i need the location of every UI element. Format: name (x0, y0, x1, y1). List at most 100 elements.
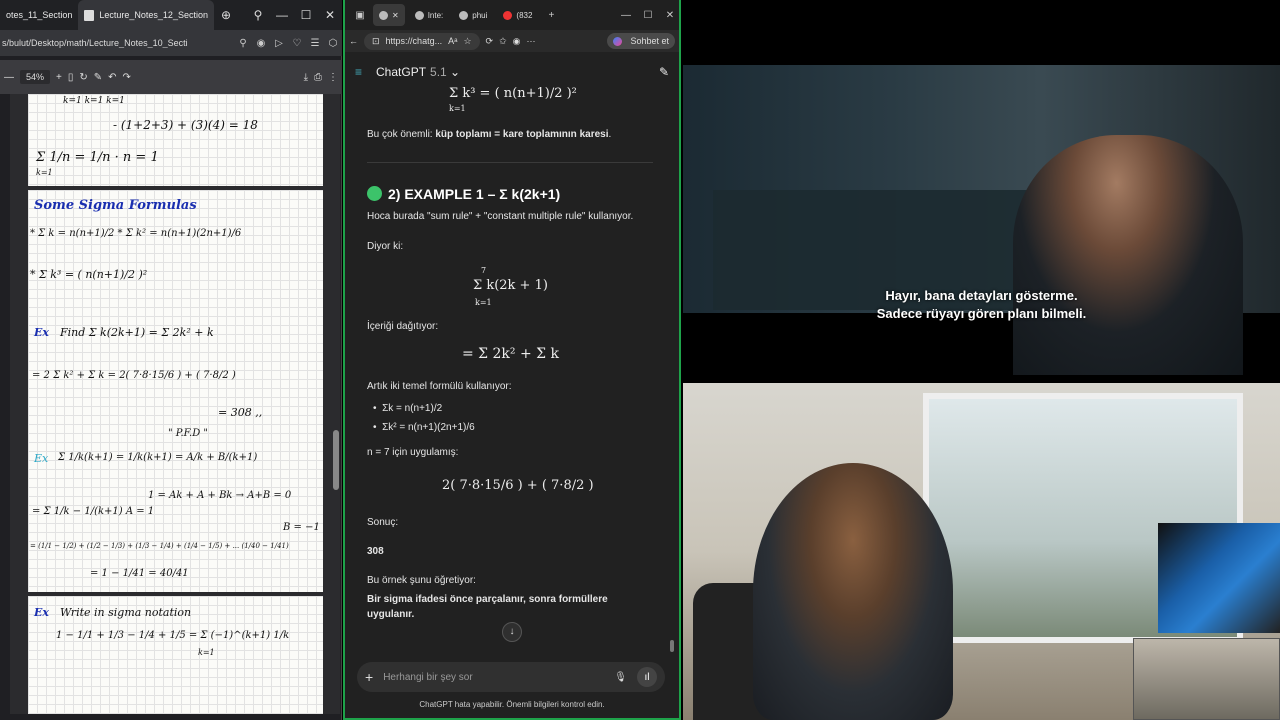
new-tab-button[interactable]: ⊕ (214, 0, 238, 30)
model-selector[interactable]: ChatGPT 5.1 ⌄ (376, 65, 460, 79)
tab-lecture-notes-11[interactable]: otes_11_Section (0, 0, 78, 30)
site-info-icon[interactable]: ⊡ (372, 36, 380, 47)
bullet-item: • Σk² = n(n+1)(2n+1)/6 (373, 422, 475, 433)
webcam-monitor (1158, 523, 1280, 633)
tab-lecture-notes-12[interactable]: Lecture_Notes_12_Section (78, 0, 214, 30)
handwritten-heading: Some Sigma Formulas (34, 198, 197, 213)
pdf-page-3: Ex Write in sigma notation 1 − 1/1 + 1/3… (28, 596, 323, 714)
profile-icon[interactable]: ◉ (513, 36, 521, 47)
tab-actions-icon[interactable]: ▣ (351, 10, 369, 21)
address-bar: ← ⊡ https://chatg... Aᵃ ☆ ⟳ ✩ ◉ ··· Sohbet … (345, 30, 679, 52)
handwritten-text: 1 = Ak + A + Bk → A+B = 0 (148, 490, 292, 501)
math-superscript: 7 (481, 266, 487, 275)
maximize-button[interactable]: ☐ (294, 0, 318, 30)
close-icon[interactable]: ✕ (392, 11, 399, 20)
download-icon[interactable]: ⤓ (304, 72, 308, 83)
pdf-page-1: k=1 k=1 k=1 - (1+2+3) + (3)(4) = 18 Σ 1/… (28, 94, 323, 186)
subtitle-line: Sadece rüyayı gören planı bilmeli. (876, 306, 1087, 321)
pdf-scroll-thumb[interactable] (333, 430, 339, 490)
message-paragraph: Bir sigma ifadesi önce parçalanır, sonra… (367, 594, 608, 620)
model-version: 5.1 (430, 65, 447, 79)
new-chat-icon[interactable]: ✎ (659, 65, 669, 79)
browser-tab-strip: ▣ ✕ Inte: phui (832 + — ☐ ✕ (345, 0, 679, 30)
section-heading: 2) EXAMPLE 1 – Σ k(2k+1) (367, 184, 657, 204)
fit-page-icon[interactable]: ▯ (68, 72, 74, 83)
site-icon (459, 10, 469, 20)
address-text[interactable]: s/bulut/Desktop/math/Lecture_Notes_10_Se… (2, 38, 234, 48)
url-field[interactable]: ⊡ https://chatg... Aᵃ ☆ (364, 32, 480, 50)
chat-input[interactable]: + Herhangi bir şey sor 🎙 ıl (357, 662, 665, 692)
chatgpt-header: ≡ ChatGPT 5.1 ⌄ ✎ (345, 58, 679, 86)
pdf-scrollbar[interactable] (332, 94, 340, 714)
sidebar-toggle-icon[interactable]: ≡ (355, 65, 362, 79)
close-button[interactable]: ✕ (318, 0, 342, 30)
message-paragraph: n = 7 için uygulamış: (367, 447, 459, 458)
maximize-button[interactable]: ☐ (639, 10, 657, 21)
chat-message-area: Σ k³ = ( n(n+1)/2 )² k=1 Bu çok önemli: … (367, 86, 659, 644)
back-icon[interactable]: ← (349, 36, 358, 46)
handwritten-text: * Σ k = n(n+1)/2 * Σ k² = n(n+1)(2n+1)/6 (30, 228, 242, 239)
new-tab-button[interactable]: + (542, 10, 560, 21)
zoom-level[interactable]: 54% (20, 70, 51, 84)
chat-input-placeholder[interactable]: Herhangi bir şey sor (383, 672, 604, 683)
tab-phui[interactable]: phui (453, 4, 493, 26)
camera-icon[interactable]: ◉ (252, 38, 270, 49)
favorite-icon[interactable]: ☆ (463, 36, 471, 47)
heart-icon[interactable]: ♡ (288, 38, 306, 49)
subtitle-line: Hayır, bana detayları gösterme. (885, 288, 1078, 303)
message-paragraph: İçeriği dağıtıyor: (367, 321, 439, 332)
tab-youtube[interactable]: (832 (497, 4, 538, 26)
tab-label: phui (472, 10, 488, 20)
refresh-icon[interactable]: ⟳ (486, 36, 494, 47)
extensions-icon[interactable]: ⬡ (324, 38, 342, 49)
pdf-icon (84, 9, 95, 21)
result-value: 308 (367, 546, 384, 557)
address-bar[interactable]: s/bulut/Desktop/math/Lecture_Notes_10_Se… (0, 30, 342, 56)
video-frame (683, 65, 1280, 375)
more-icon[interactable]: ⋮ (328, 72, 338, 83)
handwritten-text: 1 − 1/1 + 1/3 − 1/4 + 1/5 = Σ (−1)^(k+1)… (56, 630, 290, 641)
webcam-feed (683, 383, 1280, 720)
plus-icon[interactable]: + (365, 669, 373, 685)
reading-list-icon[interactable]: ☰ (306, 38, 324, 49)
undo-icon[interactable]: ↶ (108, 72, 116, 83)
math-formula: 2( 7·8·15/6 ) + ( 7·8/2 ) (442, 478, 594, 493)
message-paragraph: Bu çok önemli: küp toplamı = kare toplam… (367, 129, 612, 140)
handwritten-text: Σ 1/n = 1/n · n = 1 (36, 150, 159, 165)
message-paragraph: Sonuç: (367, 517, 399, 528)
zoom-in-button[interactable]: + (56, 72, 62, 83)
draw-icon[interactable]: ✎ (94, 72, 102, 83)
search-icon[interactable]: ⚲ (234, 38, 252, 49)
scroll-down-button[interactable]: ↓ (502, 622, 522, 642)
green-circle-icon (367, 186, 382, 201)
minimize-button[interactable]: — (270, 0, 294, 30)
search-icon[interactable]: ⚲ (246, 0, 270, 30)
handwritten-text: * Σ k³ = ( n(n+1)/2 )² (30, 268, 148, 281)
voice-mode-icon[interactable]: ıl (637, 667, 657, 687)
handwritten-text: - (1+2+3) + (3)(4) = 18 (113, 118, 258, 132)
read-aloud-icon[interactable]: Aᵃ (448, 36, 457, 46)
close-button[interactable]: ✕ (661, 10, 679, 21)
url-text[interactable]: https://chatg... (386, 36, 443, 46)
movie-video-player[interactable]: Hayır, bana detayları gösterme. Sadece r… (683, 0, 1280, 383)
webcam-person (753, 463, 953, 720)
handwritten-text: Find Σ k(2k+1) = Σ 2k² + k (60, 326, 214, 339)
webcam-inset (1133, 638, 1280, 720)
more-icon[interactable]: ··· (526, 36, 535, 46)
favorites-icon[interactable]: ✩ (499, 36, 507, 47)
pdf-viewer-window: otes_11_Section Lecture_Notes_12_Section… (0, 0, 342, 720)
minimize-button[interactable]: — (617, 10, 635, 21)
chat-scrollbar[interactable] (670, 640, 674, 652)
redo-icon[interactable]: ↷ (123, 72, 131, 83)
pdf-document-area[interactable]: k=1 k=1 k=1 - (1+2+3) + (3)(4) = 18 Σ 1/… (10, 94, 332, 714)
print-icon[interactable]: ⎙ (314, 72, 322, 83)
rotate-icon[interactable]: ↻ (79, 72, 87, 83)
tab-inte[interactable]: Inte: (409, 4, 450, 26)
copilot-chat-button[interactable]: Sohbet et (607, 33, 675, 49)
message-paragraph: Artık iki temel formülü kullanıyor: (367, 381, 512, 392)
send-icon[interactable]: ▷ (270, 38, 288, 49)
zoom-out-button[interactable]: — (4, 72, 14, 83)
microphone-icon[interactable]: 🎙 (614, 672, 627, 683)
pdf-toolbar: — 54% + ▯ ↻ ✎ ↶ ↷ ⤓ ⎙ ⋮ (0, 60, 342, 94)
tab-chatgpt[interactable]: ✕ (373, 4, 405, 26)
